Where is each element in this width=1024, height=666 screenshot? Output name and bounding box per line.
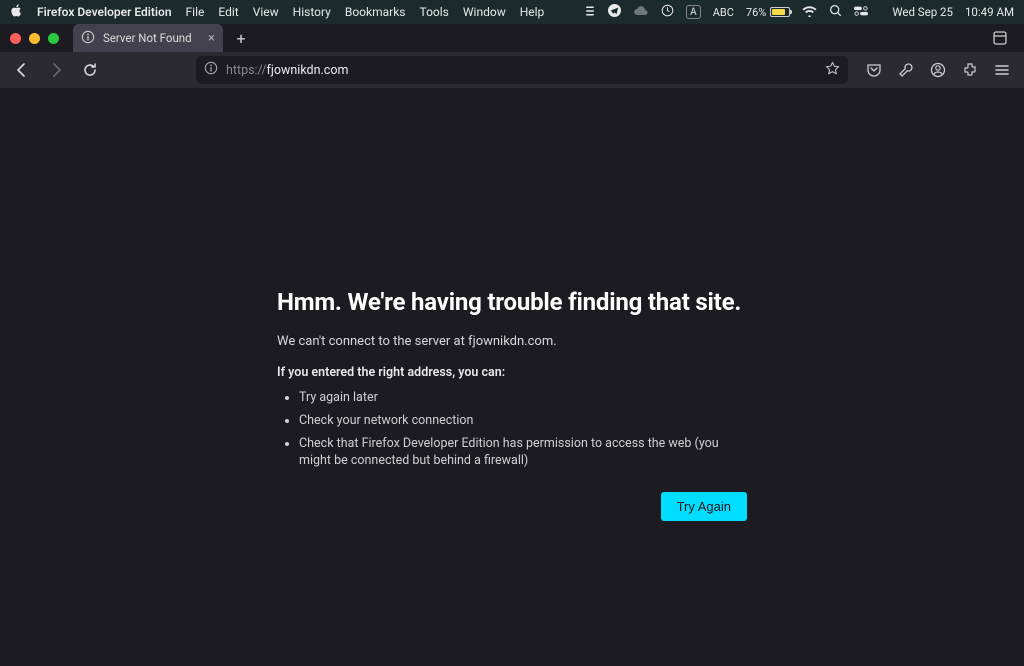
app-name[interactable]: Firefox Developer Edition — [37, 5, 172, 19]
navigation-toolbar: https://fjownikdn.com — [0, 52, 1024, 88]
back-button[interactable] — [8, 56, 36, 84]
forward-button[interactable] — [42, 56, 70, 84]
info-icon — [81, 30, 95, 47]
error-subtext: We can't connect to the server at fjowni… — [277, 334, 747, 349]
menubar-time[interactable]: 10:49 AM — [965, 5, 1014, 19]
menu-file[interactable]: File — [186, 5, 205, 19]
telegram-icon[interactable] — [608, 4, 621, 20]
page-content: Hmm. We're having trouble finding that s… — [0, 88, 1024, 666]
try-again-button[interactable]: Try Again — [661, 492, 747, 521]
menubar-extra-icon[interactable] — [584, 5, 596, 20]
url-bar[interactable]: https://fjownikdn.com — [196, 56, 848, 84]
input-source-label[interactable]: ABC — [713, 6, 734, 19]
browser-tab[interactable]: Server Not Found × — [73, 24, 223, 52]
cloud-icon[interactable] — [633, 5, 649, 20]
app-menu-button[interactable] — [988, 56, 1016, 84]
error-suggestion-item: Check that Firefox Developer Edition has… — [299, 436, 747, 470]
search-icon[interactable] — [829, 4, 842, 20]
error-suggestion-item: Try again later — [299, 390, 747, 407]
control-center-icon[interactable] — [854, 5, 868, 20]
menu-tools[interactable]: Tools — [420, 5, 449, 19]
reload-button[interactable] — [76, 56, 104, 84]
tab-title: Server Not Found — [103, 31, 192, 45]
extensions-button[interactable] — [956, 56, 984, 84]
battery-status[interactable]: 76% — [746, 6, 790, 19]
wifi-icon[interactable] — [802, 5, 817, 20]
window-controls — [10, 33, 59, 44]
site-identity-icon[interactable] — [204, 61, 218, 79]
battery-icon — [770, 7, 790, 17]
list-all-tabs-button[interactable] — [986, 24, 1014, 52]
url-scheme: https:// — [226, 63, 267, 78]
menubar-date[interactable]: Wed Sep 25 — [892, 5, 953, 19]
menu-history[interactable]: History — [293, 5, 331, 19]
new-tab-button[interactable]: + — [229, 26, 253, 50]
devtools-button[interactable] — [892, 56, 920, 84]
url-text: https://fjownikdn.com — [226, 63, 348, 78]
error-panel: Hmm. We're having trouble finding that s… — [277, 288, 747, 666]
clock-icon[interactable] — [661, 4, 674, 20]
window-zoom-button[interactable] — [48, 33, 59, 44]
input-source-indicator[interactable]: A — [686, 5, 701, 19]
bookmark-star-button[interactable] — [825, 61, 840, 80]
tab-close-button[interactable]: × — [208, 32, 215, 45]
tab-strip: Server Not Found × + — [0, 24, 1024, 52]
url-host: fjownikdn.com — [267, 63, 349, 78]
error-heading: Hmm. We're having trouble finding that s… — [277, 288, 747, 316]
menu-help[interactable]: Help — [520, 5, 545, 19]
battery-percent: 76% — [746, 6, 766, 19]
save-to-pocket-button[interactable] — [860, 56, 888, 84]
window-minimize-button[interactable] — [29, 33, 40, 44]
macos-menubar: Firefox Developer Edition File Edit View… — [0, 0, 1024, 24]
menu-window[interactable]: Window — [463, 5, 506, 19]
menu-bookmarks[interactable]: Bookmarks — [345, 5, 406, 19]
error-hint-heading: If you entered the right address, you ca… — [277, 365, 747, 380]
menu-edit[interactable]: Edit — [218, 5, 238, 19]
error-suggestion-item: Check your network connection — [299, 413, 747, 430]
error-suggestions: Try again later Check your network conne… — [277, 390, 747, 470]
account-button[interactable] — [924, 56, 952, 84]
menu-view[interactable]: View — [253, 5, 279, 19]
window-close-button[interactable] — [10, 33, 21, 44]
apple-menu-icon[interactable] — [10, 4, 23, 20]
